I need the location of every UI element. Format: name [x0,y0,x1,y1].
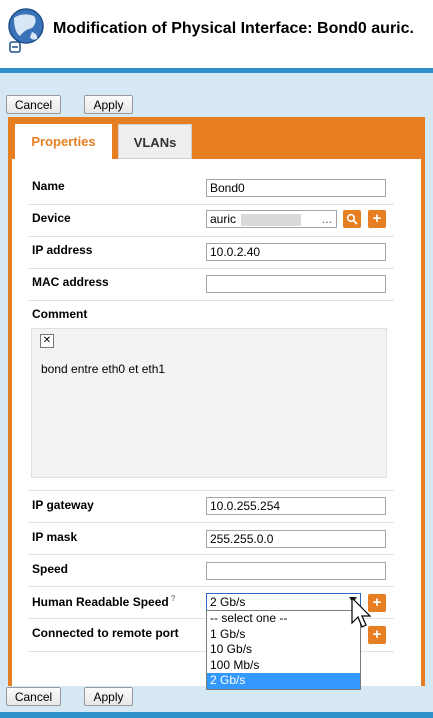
device-value: auric [210,212,237,226]
mac-address-field[interactable] [206,275,386,293]
comment-label: Comment [32,307,88,321]
apply-button-top[interactable]: Apply [84,95,133,114]
row-divider [28,522,394,523]
row-divider [28,204,394,205]
window-header: Modification of Physical Interface: Bond… [0,0,433,68]
apply-button-bottom[interactable]: Apply [84,687,133,706]
row-divider [28,268,394,269]
device-label: Device [32,211,71,225]
cancel-button-bottom[interactable]: Cancel [6,687,61,706]
ip-address-label: IP address [32,243,93,257]
comment-text: bond entre eth0 et eth1 [41,362,166,376]
tab-vlans[interactable]: VLANs [118,124,192,159]
dropdown-option-selected[interactable]: 2 Gb/s [207,673,360,689]
device-field[interactable]: auric ... [206,210,337,228]
human-speed-select[interactable]: 2 Gb/s [206,593,361,611]
mac-address-label: MAC address [32,275,109,289]
name-label: Name [32,179,65,193]
dropdown-option[interactable]: 1 Gb/s [207,627,360,643]
help-icon[interactable]: ? [171,594,176,603]
dropdown-option[interactable]: 10 Gb/s [207,642,360,658]
plus-icon: + [372,594,382,611]
row-divider [28,490,394,491]
name-field[interactable]: Bond0 [206,179,386,197]
plus-icon: + [372,210,382,227]
ip-gateway-label: IP gateway [32,498,94,512]
mouse-cursor-icon [351,597,372,628]
device-ellipsis: ... [321,212,332,226]
speed-label: Speed [32,562,69,576]
ip-mask-field[interactable]: 255.255.0.0 [206,530,386,548]
row-divider [28,300,394,301]
plus-icon: + [372,626,382,643]
human-speed-label-text: Human Readable Speed [32,595,169,609]
footer-divider [0,712,433,718]
comment-editor[interactable] [31,328,387,478]
remote-port-label: Connected to remote port [32,626,179,640]
search-icon [346,213,358,225]
row-divider [28,554,394,555]
redacted-block [241,213,302,226]
device-add-button[interactable]: + [368,210,386,228]
speed-field[interactable] [206,562,386,580]
row-divider [28,586,394,587]
dropdown-option[interactable]: 100 Mb/s [207,658,360,674]
human-speed-label: Human Readable Speed? [32,594,176,609]
expand-icon[interactable]: ✕ [40,334,54,348]
ip-gateway-field[interactable]: 10.0.255.254 [206,497,386,515]
page-title: Modification of Physical Interface: Bond… [53,20,414,37]
row-divider [28,236,394,237]
ip-address-field[interactable]: 10.0.2.40 [206,243,386,261]
tab-properties[interactable]: Properties [15,124,112,159]
device-search-button[interactable] [343,210,361,228]
human-speed-dropdown: -- select one -- 1 Gb/s 10 Gb/s 100 Mb/s… [206,610,361,690]
cancel-button-top[interactable]: Cancel [6,95,61,114]
globe-logo-icon [8,8,44,53]
dropdown-option[interactable]: -- select one -- [207,611,360,627]
ip-mask-label: IP mask [32,530,78,544]
